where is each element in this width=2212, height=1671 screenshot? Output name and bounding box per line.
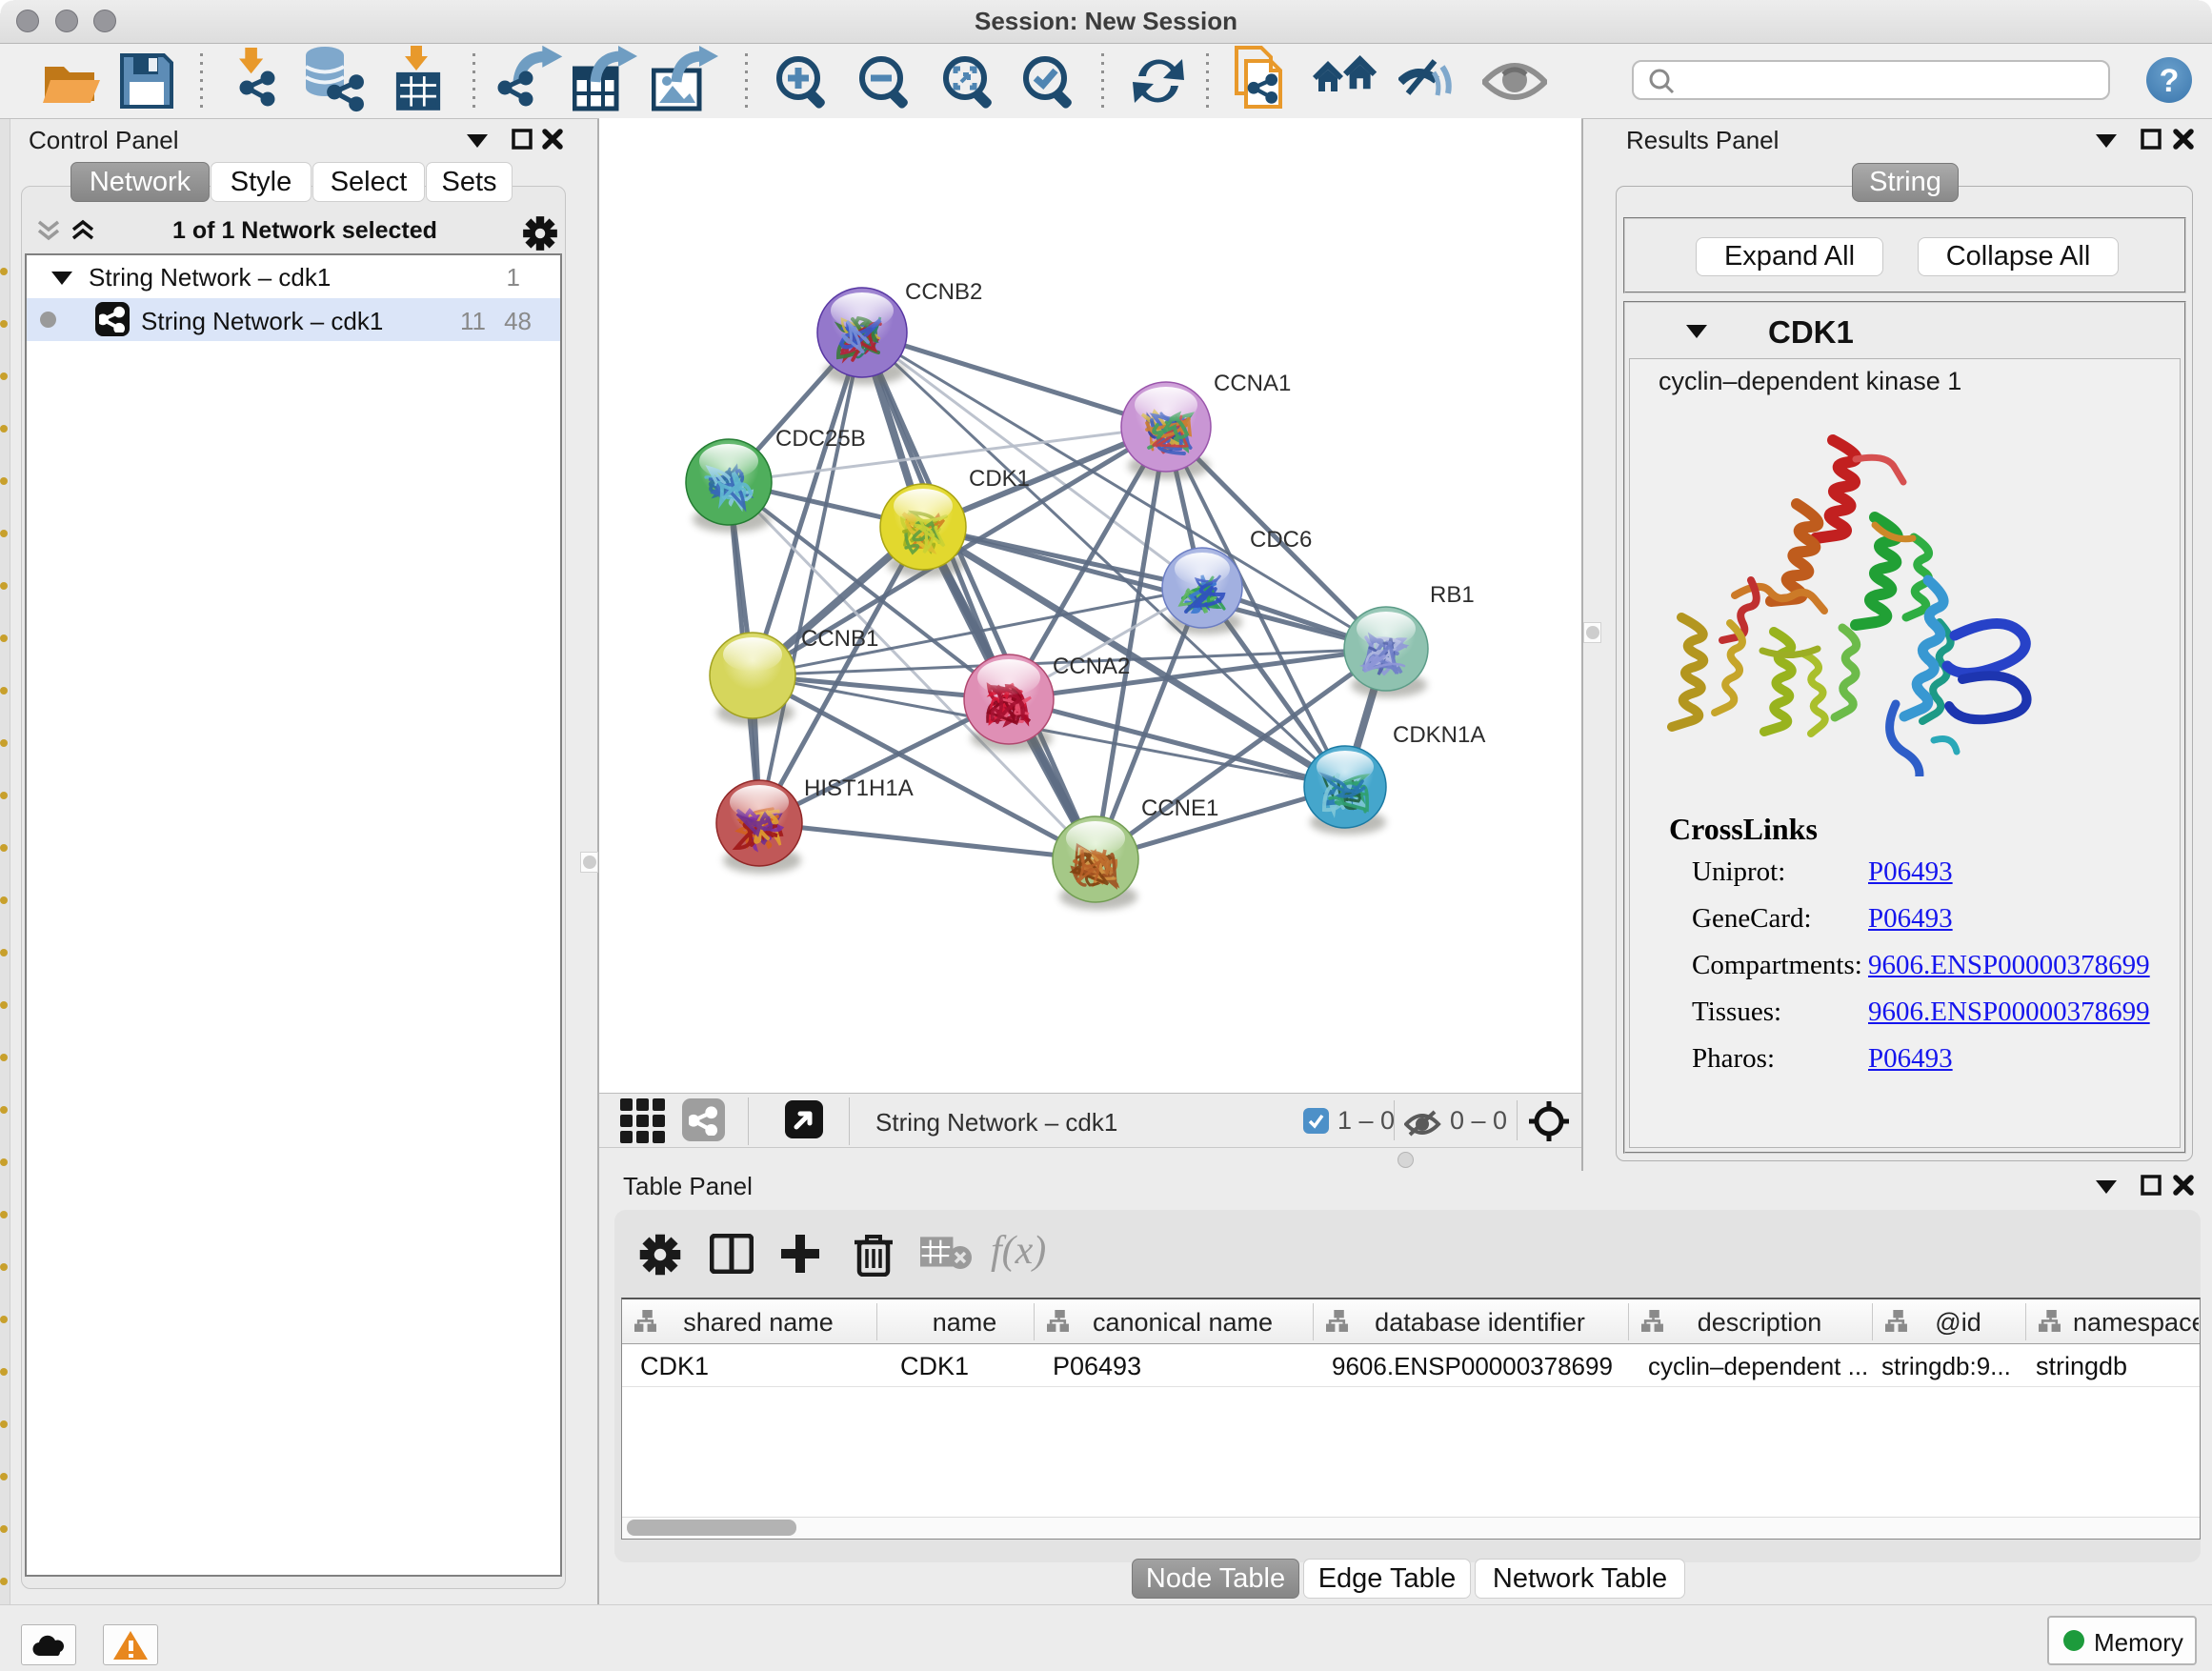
svg-text:CDK1: CDK1 [969,466,1030,492]
svg-text:CCNB2: CCNB2 [905,279,982,305]
svg-text:CCNA2: CCNA2 [1053,654,1130,679]
svg-text:CDC25B: CDC25B [775,426,866,452]
svg-text:CCNE1: CCNE1 [1141,795,1218,821]
svg-text:RB1: RB1 [1430,582,1475,608]
svg-text:CCNA1: CCNA1 [1214,371,1291,396]
svg-text:CCNB1: CCNB1 [801,626,878,652]
svg-text:HIST1H1A: HIST1H1A [804,775,914,801]
svg-text:CDKN1A: CDKN1A [1393,722,1485,748]
svg-text:CDC6: CDC6 [1250,527,1312,553]
